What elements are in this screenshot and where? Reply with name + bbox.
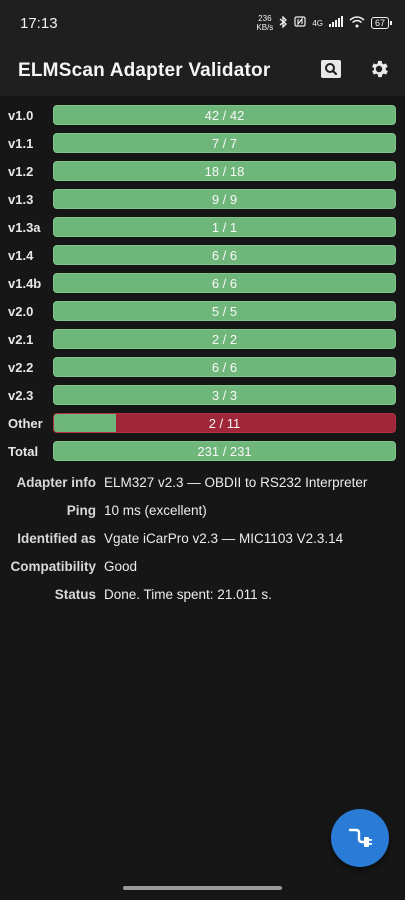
signal-icon <box>328 16 343 30</box>
info-key: Compatibility <box>10 558 96 574</box>
result-label: Total <box>8 443 39 459</box>
info-value: Good <box>104 558 138 574</box>
info-key: Adapter info <box>16 474 97 490</box>
battery-indicator: 67 <box>370 17 393 29</box>
result-bar: 6 / 6 <box>53 273 396 293</box>
result-row-other: Other 2 / 11 <box>0 409 405 437</box>
result-value: 9 / 9 <box>211 192 238 207</box>
connect-button[interactable] <box>331 809 389 867</box>
wifi-icon <box>349 15 365 31</box>
result-bar: 1 / 1 <box>53 217 396 237</box>
result-label: v1.2 <box>8 163 34 179</box>
app-bar-actions <box>319 59 391 83</box>
result-value: 2 / 2 <box>211 332 238 347</box>
result-bar: 6 / 6 <box>53 357 396 377</box>
info-value: Done. Time spent: 21.011 s. <box>104 586 272 602</box>
result-bar: 3 / 3 <box>53 385 396 405</box>
result-label: v2.0 <box>8 303 34 319</box>
result-bar: 9 / 9 <box>53 189 396 209</box>
app-bar: ELMScan Adapter Validator <box>0 46 405 96</box>
app-title: ELMScan Adapter Validator <box>18 60 271 81</box>
result-value: 5 / 5 <box>211 304 238 319</box>
result-bar: 2 / 2 <box>53 329 396 349</box>
result-row-v1-2: v1.2 18 / 18 <box>0 157 405 185</box>
info-row-status: Status Done. Time spent: 21.011 s. <box>0 580 405 608</box>
info-key: Ping <box>66 502 96 518</box>
result-bar: 231 / 231 <box>53 441 396 461</box>
info-key: Status <box>54 586 96 602</box>
result-value: 3 / 3 <box>211 388 238 403</box>
result-value: 1 / 1 <box>211 220 238 235</box>
status-bar: 17:13 236 KB/s 4G 67 <box>0 0 405 46</box>
result-bar: 2 / 11 <box>53 413 396 433</box>
result-row-v1-3a: v1.3a 1 / 1 <box>0 213 405 241</box>
settings-button[interactable] <box>367 59 391 83</box>
info-row-ping: Ping 10 ms (excellent) <box>0 496 405 524</box>
result-label: v1.4 <box>8 247 34 263</box>
result-value: 6 / 6 <box>211 276 238 291</box>
result-bar: 7 / 7 <box>53 133 396 153</box>
result-value: 6 / 6 <box>211 248 238 263</box>
result-label: v1.3 <box>8 191 34 207</box>
result-label: v2.3 <box>8 387 34 403</box>
result-row-v2-1: v2.1 2 / 2 <box>0 325 405 353</box>
gear-icon <box>368 58 390 84</box>
net-speed: 236 KB/s <box>256 14 273 32</box>
result-label: v1.0 <box>8 107 34 123</box>
result-value: 2 / 11 <box>208 416 241 431</box>
info-row-adapter: Adapter info ELM327 v2.3 — OBDII to RS23… <box>0 468 405 496</box>
net-speed-value: 236 <box>258 14 272 23</box>
home-indicator <box>123 886 282 890</box>
result-row-v1-4: v1.4 6 / 6 <box>0 241 405 269</box>
result-row-v1-1: v1.1 7 / 7 <box>0 129 405 157</box>
result-bar: 18 / 18 <box>53 161 396 181</box>
result-bar: 5 / 5 <box>53 301 396 321</box>
results-list: v1.0 42 / 42 v1.1 7 / 7 v1.2 18 / 18 v1.… <box>0 101 405 465</box>
result-label: Other <box>8 415 43 431</box>
result-value: 231 / 231 <box>197 444 252 459</box>
result-row-v2-0: v2.0 5 / 5 <box>0 297 405 325</box>
result-value: 18 / 18 <box>204 164 245 179</box>
nfc-icon <box>294 16 306 30</box>
adapter-info-table: Adapter info ELM327 v2.3 — OBDII to RS23… <box>0 468 405 608</box>
bluetooth-icon <box>279 14 288 31</box>
result-row-v2-2: v2.2 6 / 6 <box>0 353 405 381</box>
search-icon <box>320 59 342 83</box>
connect-plug-icon <box>347 824 373 852</box>
search-button[interactable] <box>319 59 343 83</box>
result-label: v1.3a <box>8 219 41 235</box>
result-label: v1.1 <box>8 135 34 151</box>
result-label: v2.2 <box>8 359 34 375</box>
status-icons: 236 KB/s 4G 67 <box>256 14 393 32</box>
net-speed-unit: KB/s <box>256 23 274 32</box>
result-bar: 6 / 6 <box>53 245 396 265</box>
info-row-identified: Identified as Vgate iCarPro v2.3 — MIC11… <box>0 524 405 552</box>
network-type: 4G <box>312 18 323 28</box>
info-value: ELM327 v2.3 — OBDII to RS232 Interpreter <box>104 474 368 490</box>
result-value: 7 / 7 <box>211 136 238 151</box>
result-label: v2.1 <box>8 331 34 347</box>
info-key: Identified as <box>17 530 96 546</box>
info-value: 10 ms (excellent) <box>104 502 207 518</box>
info-value: Vgate iCarPro v2.3 — MIC1103 V2.3.14 <box>104 530 344 546</box>
result-label: v1.4b <box>8 275 42 291</box>
result-row-v1-0: v1.0 42 / 42 <box>0 101 405 129</box>
result-bar: 42 / 42 <box>53 105 396 125</box>
info-row-compatibility: Compatibility Good <box>0 552 405 580</box>
status-time: 17:13 <box>20 14 58 32</box>
result-row-v1-4b: v1.4b 6 / 6 <box>0 269 405 297</box>
result-row-v2-3: v2.3 3 / 3 <box>0 381 405 409</box>
result-row-total: Total 231 / 231 <box>0 437 405 465</box>
result-value: 42 / 42 <box>204 108 245 123</box>
result-value: 6 / 6 <box>211 360 238 375</box>
result-row-v1-3: v1.3 9 / 9 <box>0 185 405 213</box>
